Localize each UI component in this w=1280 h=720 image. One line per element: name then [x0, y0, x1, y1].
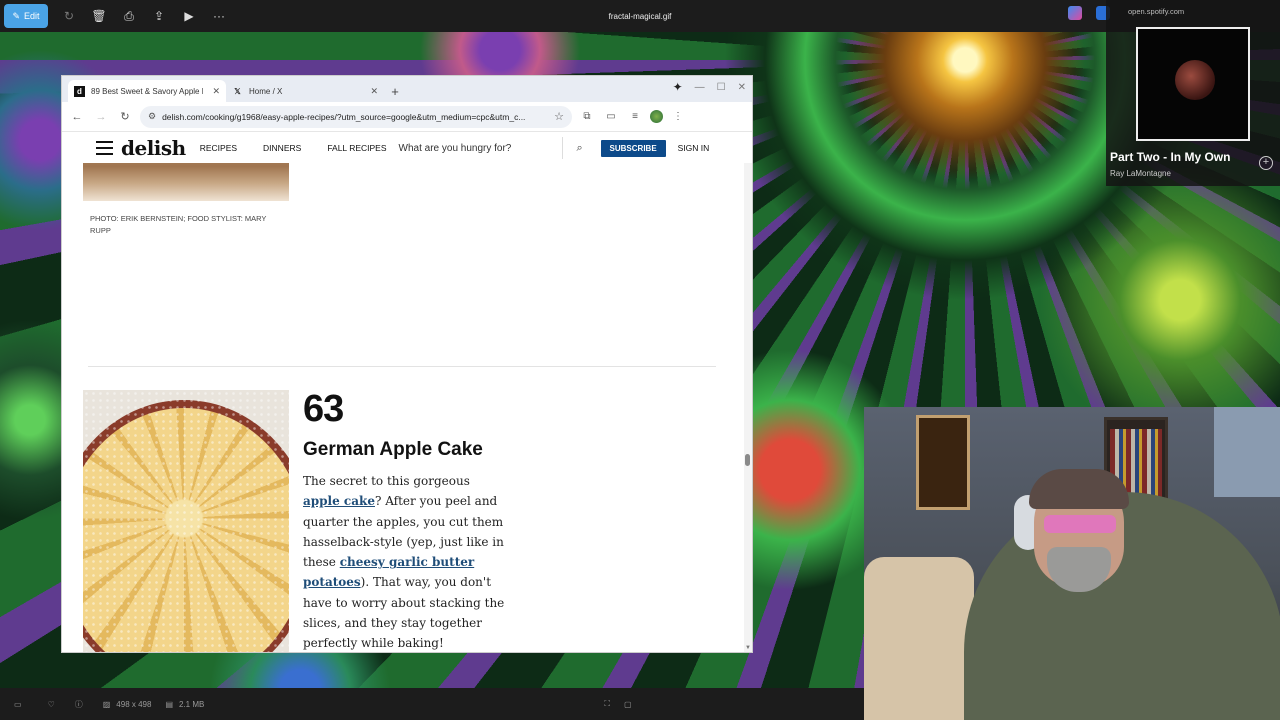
search-placeholder: What are you hungry for? [398, 142, 512, 154]
pencil-icon: ✎ [12, 10, 21, 21]
site-header: delish RECIPES DINNERS FALL RECIPES What… [62, 133, 752, 163]
site-info-icon[interactable]: ⚙ [148, 111, 156, 122]
print-icon[interactable]: ⎙ [114, 4, 144, 28]
info-icon[interactable]: ⓘ [75, 699, 83, 710]
more-icon[interactable]: ··· [204, 4, 234, 28]
back-icon[interactable]: ← [68, 111, 86, 123]
nav-fall-recipes[interactable]: FALL RECIPES [327, 143, 386, 153]
desktop: ✎ Edit ↻ 🗑 ⎙ ⇪ ▶ ··· fractal-magical.gif… [0, 0, 1280, 720]
extensions-icon[interactable]: ⧉ [578, 111, 596, 122]
player-host: open.spotify.com [1128, 7, 1185, 16]
media-icon[interactable]: ≡ [626, 111, 644, 122]
browser-window: d 89 Best Sweet & Savory Apple R ✕ 𝕏 Hom… [61, 75, 753, 653]
apple-cake-link[interactable]: apple cake [303, 494, 375, 508]
close-window-icon[interactable]: ✕ [738, 82, 746, 93]
tab-label: Home / X [249, 86, 283, 96]
web-page: delish RECIPES DINNERS FALL RECIPES What… [62, 133, 752, 652]
file-size-icon: ▤ [165, 699, 173, 709]
add-to-library-icon[interactable]: + [1259, 156, 1273, 170]
forward-icon[interactable]: → [92, 111, 110, 123]
track-artist[interactable]: Ray LaMontagne [1110, 169, 1171, 178]
file-size: 2.1 MB [179, 699, 205, 709]
recipe-title: German Apple Cake [303, 439, 483, 460]
page-scrollbar[interactable]: ▲ ▼ [744, 133, 752, 652]
search-input[interactable]: What are you hungry for? [397, 137, 563, 159]
viewer-statusbar: ▭ ♡ ⓘ ▨ 498 x 498 ▤ 2.1 MB ⛶ ▢ [0, 688, 864, 720]
close-tab-icon[interactable]: ✕ [212, 86, 220, 97]
nav-dinners[interactable]: DINNERS [263, 143, 301, 153]
image-size-icon: ▨ [102, 699, 111, 709]
tab-strip: d 89 Best Sweet & Savory Apple R ✕ 𝕏 Hom… [62, 76, 752, 102]
edit-label: Edit [24, 11, 40, 21]
menu-icon[interactable]: ⋮ [669, 111, 687, 122]
reload-icon[interactable]: ↻ [116, 110, 134, 123]
moon-artwork [1175, 60, 1215, 100]
slideshow-icon[interactable]: ▶ [174, 4, 204, 28]
copilot-icon[interactable] [1068, 6, 1082, 20]
filmstrip-icon[interactable]: ▭ [14, 700, 22, 709]
tab-x-home[interactable]: 𝕏 Home / X ✕ [226, 80, 384, 102]
scroll-down-icon[interactable]: ▼ [745, 645, 751, 651]
divider [88, 366, 716, 367]
german-apple-cake-photo[interactable] [83, 390, 289, 652]
fit-screen-icon[interactable]: ⛶ [604, 699, 610, 709]
bookmark-star-icon[interactable]: ☆ [554, 110, 564, 123]
delete-icon[interactable]: 🗑 [84, 4, 114, 28]
site-logo[interactable]: delish [121, 136, 186, 160]
gemini-icon[interactable]: ✦ [673, 80, 683, 94]
hamburger-icon[interactable] [96, 141, 113, 155]
tab-label: 89 Best Sweet & Savory Apple R [91, 86, 203, 96]
photo-credit: PHOTO: ERIK BERNSTEIN; FOOD STYLIST: MAR… [90, 214, 267, 235]
new-tab-button[interactable]: + [384, 80, 406, 102]
scroll-thumb[interactable] [745, 454, 750, 466]
share-icon[interactable]: ⇪ [144, 4, 174, 28]
x-logo-icon: 𝕏 [234, 86, 241, 96]
image-dimensions: 498 x 498 [116, 699, 152, 709]
viewer-toolbar: ✎ Edit ↻ 🗑 ⎙ ⇪ ▶ ··· fractal-magical.gif [0, 0, 1280, 32]
subscribe-button[interactable]: SUBSCRIBE [600, 139, 666, 157]
maximize-icon[interactable]: ☐ [717, 82, 726, 93]
address-bar: ← → ↻ ⚙ delish.com/cooking/g1968/easy-ap… [62, 102, 752, 132]
spotify-mini-player: open.spotify.com Part Two - In My Own Ra… [1106, 0, 1280, 186]
tab-delish[interactable]: d 89 Best Sweet & Savory Apple R ✕ [68, 80, 226, 102]
favorite-icon[interactable]: ♡ [48, 700, 55, 709]
minimize-icon[interactable]: — [695, 82, 705, 93]
album-cover[interactable] [1136, 27, 1250, 141]
delish-favicon-icon: d [74, 85, 85, 97]
url-field[interactable]: ⚙ delish.com/cooking/g1968/easy-apple-re… [140, 105, 572, 128]
track-title[interactable]: Part Two - In My Own [1110, 150, 1230, 164]
webcam-feed [864, 407, 1280, 720]
cast-icon[interactable]: ▭ [602, 111, 620, 122]
recipe-description: The secret to this gorgeous apple cake? … [303, 471, 508, 652]
actual-size-icon[interactable]: ▢ [624, 700, 632, 709]
close-tab-icon[interactable]: ✕ [370, 86, 378, 97]
rotate-icon[interactable]: ↻ [54, 4, 84, 28]
edit-button[interactable]: ✎ Edit [4, 4, 48, 28]
recipe-number: 63 [303, 388, 344, 430]
desc-text: The secret to this gorgeous [303, 474, 470, 488]
url-text: delish.com/cooking/g1968/easy-apple-reci… [162, 111, 526, 122]
search-icon[interactable]: ⌕ [563, 142, 597, 155]
profile-avatar[interactable] [650, 110, 663, 123]
sign-in-link[interactable]: SIGN IN [678, 143, 710, 153]
nav-recipes[interactable]: RECIPES [200, 143, 237, 153]
